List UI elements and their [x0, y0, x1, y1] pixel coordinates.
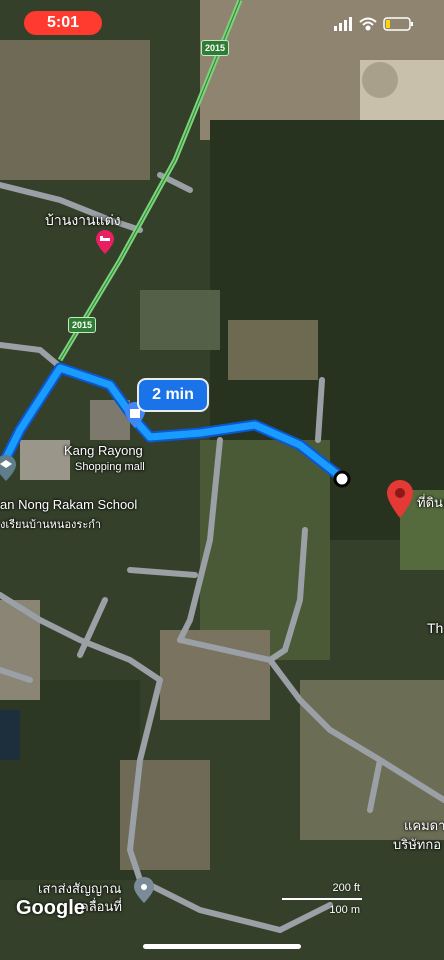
poi-label-right-2[interactable]: แคมดา — [404, 815, 444, 836]
route-end-marker — [333, 470, 351, 488]
poi-label-tower-2: คลื่อนที่ — [80, 899, 122, 914]
google-logo: Google — [16, 897, 85, 919]
route-duration-badge[interactable]: 2 min — [139, 380, 207, 410]
highway-shield: 2015 — [68, 317, 96, 333]
school-icon[interactable] — [0, 455, 16, 481]
poi-label-wedding-shop[interactable]: บ้านงานแต่ง — [45, 210, 121, 232]
poi-label-right-1[interactable]: Th — [427, 620, 443, 636]
poi-label-mall-type: Shopping mall — [75, 461, 145, 473]
scale-feet: 200 ft — [332, 882, 360, 894]
poi-label-destination[interactable]: ที่ดินแ — [417, 492, 444, 513]
poi-label-right-3: บริษัทกอ — [393, 837, 442, 852]
signal-icon — [334, 17, 352, 31]
poi-label-school-th: งเรียนบ้านหนองระกำ — [0, 519, 102, 531]
poi-label-school-en[interactable]: an Nong Rakam School — [0, 497, 137, 512]
status-icons — [334, 16, 444, 32]
scale-meters: 100 m — [329, 904, 360, 916]
bed-icon[interactable] — [96, 230, 114, 254]
map-scale: 200 ft 100 m — [282, 882, 362, 922]
scale-bar — [282, 898, 362, 900]
map-view[interactable]: 5:01 2015 2015 บ้านงานแต่ง Kang Rayong S… — [0, 0, 444, 960]
home-indicator[interactable] — [143, 944, 301, 949]
battery-icon — [383, 17, 413, 31]
destination-pin-icon[interactable] — [387, 480, 413, 518]
highway-shield: 2015 — [201, 40, 229, 56]
satellite-imagery — [0, 0, 444, 960]
poi-label-mall-name[interactable]: Kang Rayong — [64, 443, 143, 458]
tower-pin-icon[interactable] — [134, 877, 154, 903]
wifi-icon — [359, 17, 377, 31]
status-time: 5:01 — [24, 11, 102, 35]
